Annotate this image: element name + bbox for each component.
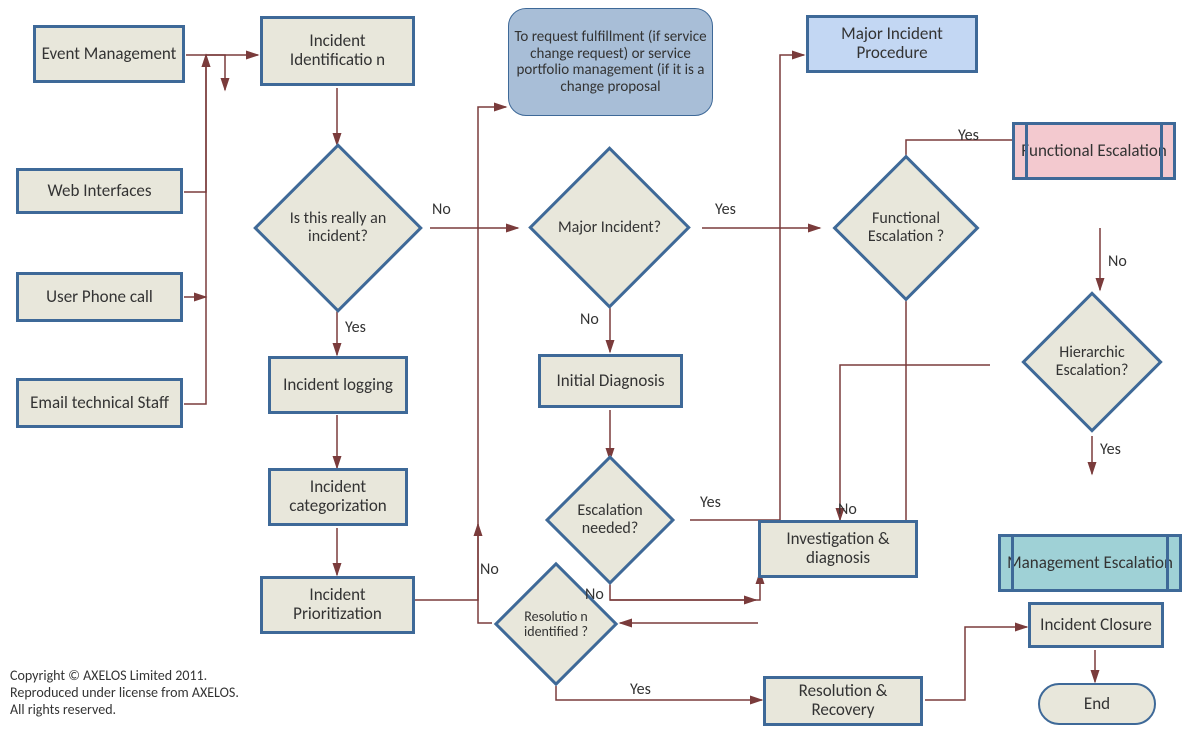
- incident-categorization: Incident categorization: [268, 468, 408, 526]
- investigation-diagnosis: Investigation & diagnosis: [758, 520, 918, 578]
- copyright-text: Copyright © AXELOS Limited 2011. Reprodu…: [10, 668, 250, 718]
- major-incident-procedure: Major Incident Procedure: [806, 15, 978, 73]
- event-management: Event Management: [33, 25, 185, 83]
- initial-diagnosis: Initial Diagnosis: [538, 354, 683, 408]
- label-no: No: [585, 585, 604, 604]
- label-no: No: [1108, 252, 1127, 271]
- email-technical-staff: Email technical Staff: [16, 378, 183, 428]
- incident-prioritization: Incident Prioritization: [260, 576, 415, 634]
- functional-escalation: Functional Escalation: [1012, 122, 1176, 180]
- label-yes: Yes: [1100, 440, 1121, 459]
- request-fulfillment: To request fulfillment (if service chang…: [508, 8, 713, 116]
- label-yes: Yes: [345, 318, 366, 337]
- user-phone-call: User Phone call: [16, 272, 183, 322]
- hierarchic-escalation-decision: Hierarchic Escalation?: [1042, 312, 1142, 412]
- major-incident-decision: Major Incident?: [552, 170, 667, 285]
- label-yes: Yes: [630, 680, 651, 699]
- is-incident-decision: Is this really an incident?: [278, 168, 398, 288]
- label-no: No: [480, 560, 499, 579]
- incident-logging: Incident logging: [268, 356, 408, 414]
- incident-identification: Incident Identificatio n: [260, 16, 415, 86]
- end-terminator: End: [1038, 683, 1156, 725]
- escalation-needed-decision: Escalation needed?: [564, 474, 656, 566]
- resolution-recovery: Resolution & Recovery: [763, 676, 923, 726]
- label-yes: Yes: [700, 493, 721, 512]
- incident-closure: Incident Closure: [1028, 602, 1164, 648]
- label-yes: Yes: [958, 126, 979, 145]
- label-no: No: [432, 200, 451, 219]
- label-yes: Yes: [715, 200, 736, 219]
- management-escalation: Management Escalation: [998, 534, 1182, 592]
- label-no: No: [838, 500, 857, 519]
- label-no: No: [580, 310, 599, 329]
- web-interfaces: Web Interfaces: [16, 168, 183, 214]
- functional-escalation-decision: Functional Escalation ?: [854, 176, 958, 280]
